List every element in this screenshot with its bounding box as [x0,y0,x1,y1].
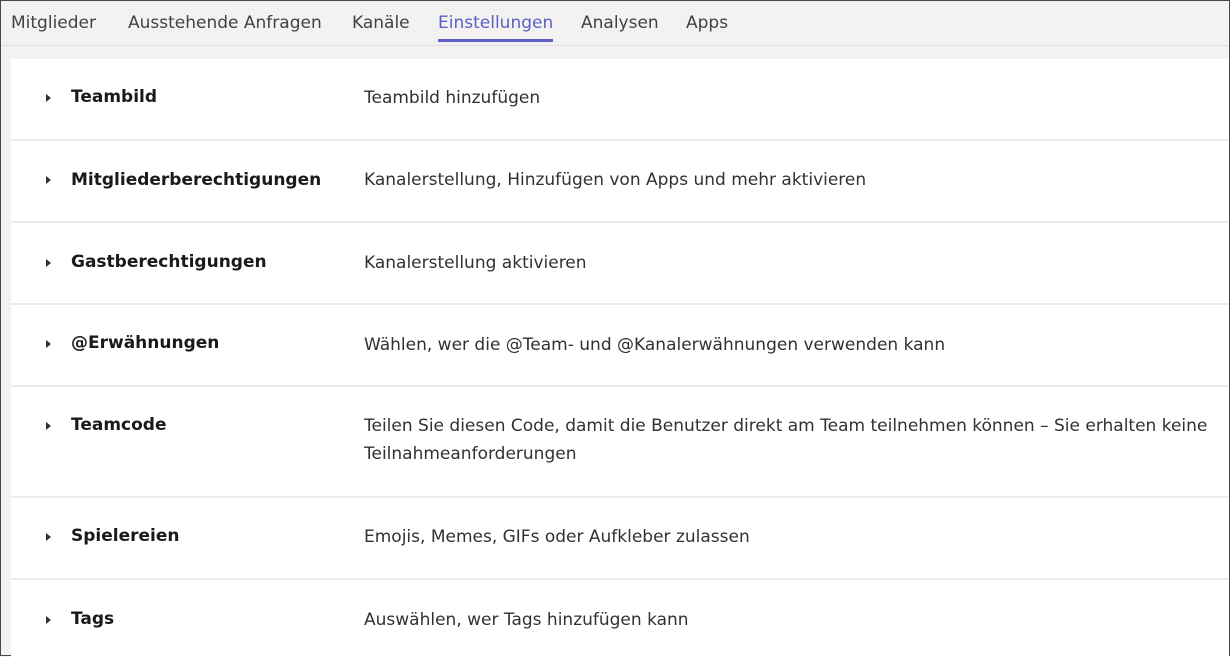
setting-row-teamcode[interactable]: Teamcode Teilen Sie diesen Code, damit d… [11,387,1229,498]
setting-description: Auswählen, wer Tags hinzufügen kann [364,610,689,630]
setting-description: Teambild hinzufügen [364,88,541,108]
setting-title: Mitgliederberechtigungen [71,170,322,190]
setting-row-tags[interactable]: Tags Auswählen, wer Tags hinzufügen kann [11,580,1229,657]
setting-row-teambild[interactable]: Teambild Teambild hinzufügen [11,59,1229,141]
chevron-right-icon[interactable] [46,94,51,102]
tab-mitglieder[interactable]: Mitglieder [11,11,96,41]
chevron-right-icon[interactable] [46,422,51,430]
setting-description: Emojis, Memes, GIFs oder Aufkleber zulas… [364,527,750,547]
setting-title: Tags [71,609,115,629]
setting-row-mitgliederberechtigungen[interactable]: Mitgliederberechtigungen Kanalerstellung… [11,141,1229,223]
chevron-right-icon[interactable] [46,533,51,541]
setting-row-spielereien[interactable]: Spielereien Emojis, Memes, GIFs oder Auf… [11,498,1229,580]
setting-description: Kanalerstellung, Hinzufügen von Apps und… [364,170,867,190]
setting-row-gastberechtigungen[interactable]: Gastberechtigungen Kanalerstellung aktiv… [11,223,1229,305]
chevron-right-icon[interactable] [46,259,51,267]
setting-row-erwaehnungen[interactable]: @Erwähnungen Wählen, wer die @Team- und … [11,305,1229,387]
tab-analysen[interactable]: Analysen [581,11,659,41]
setting-title: @Erwähnungen [71,333,220,353]
setting-title: Spielereien [71,526,180,546]
tab-apps[interactable]: Apps [686,11,728,41]
chevron-right-icon[interactable] [46,340,51,348]
tab-ausstehende-anfragen[interactable]: Ausstehende Anfragen [128,11,322,41]
setting-description: Wählen, wer die @Team- und @Kanalerwähnu… [364,335,946,355]
settings-panel: Teambild Teambild hinzufügen Mitgliederb… [11,59,1229,657]
chevron-right-icon[interactable] [46,176,51,184]
setting-description: Teilen Sie diesen Code, damit die Benutz… [364,416,1208,464]
setting-title: Gastberechtigungen [71,252,267,272]
setting-title: Teamcode [71,415,167,435]
tab-einstellungen[interactable]: Einstellungen [438,11,554,42]
tab-bar: Mitglieder Ausstehende Anfragen Kanäle E… [1,1,1229,46]
setting-title: Teambild [71,87,158,107]
tab-kanaele[interactable]: Kanäle [352,11,410,41]
chevron-right-icon[interactable] [46,616,51,624]
setting-description: Kanalerstellung aktivieren [364,253,587,273]
